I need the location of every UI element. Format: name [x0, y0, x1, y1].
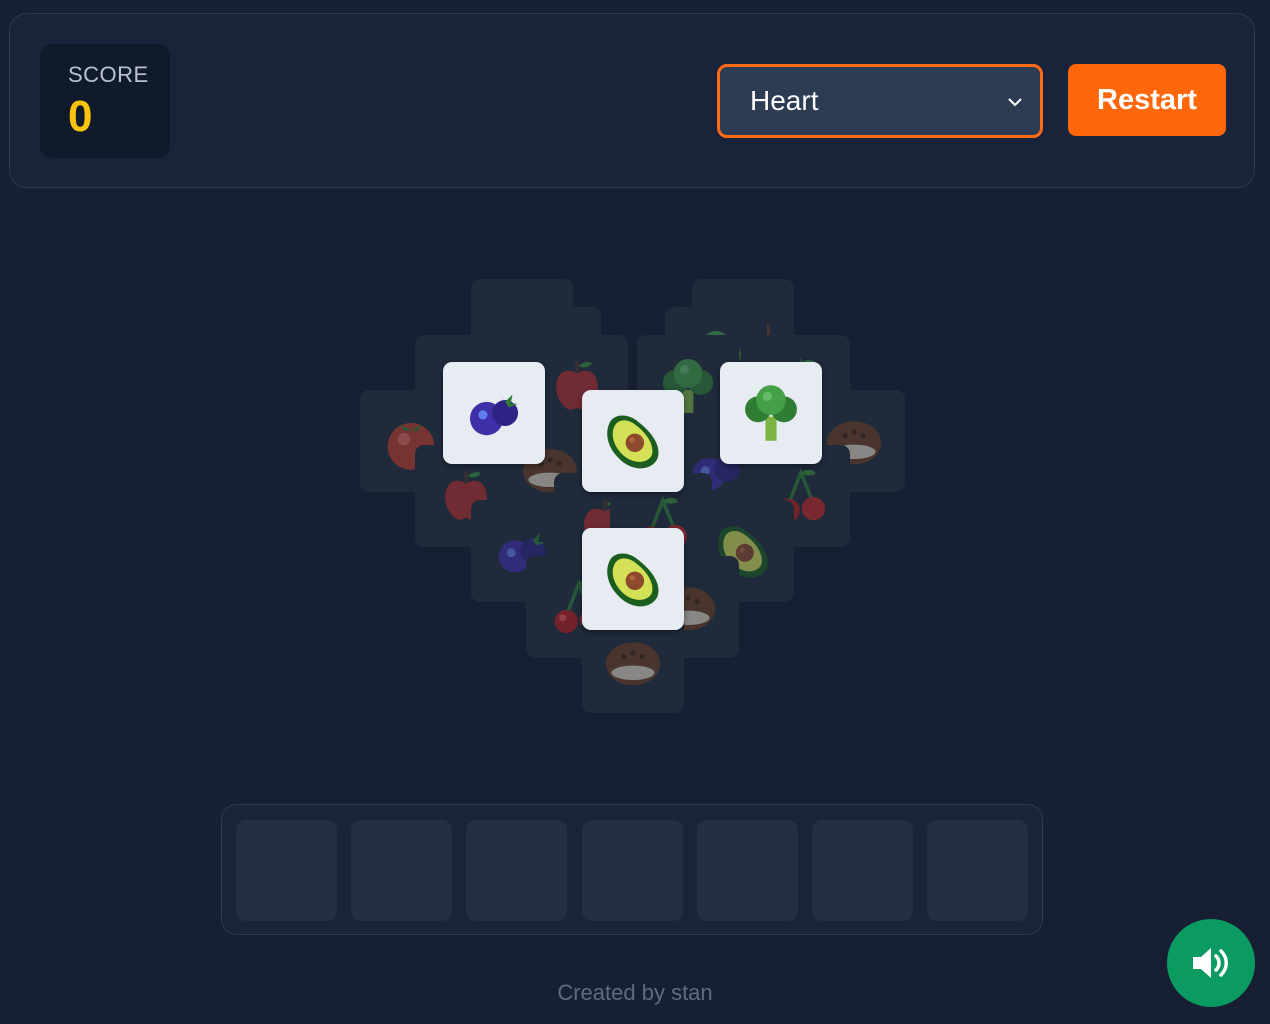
restart-button[interactable]: Restart	[1068, 64, 1226, 136]
tray-slot	[466, 820, 567, 921]
top-bar: SCORE 0 Heart Restart	[9, 13, 1255, 188]
tile-avocado[interactable]	[582, 528, 684, 630]
credit-text: Created by stan	[557, 980, 713, 1005]
chevron-down-icon	[1008, 98, 1022, 107]
tile-blueberry[interactable]	[443, 362, 545, 464]
tray-slot	[236, 820, 337, 921]
avocado-icon	[596, 542, 670, 616]
blueberry-icon	[457, 376, 531, 450]
coconut-icon	[597, 626, 669, 698]
score-value: 0	[68, 92, 93, 141]
broccoli-icon	[734, 376, 808, 450]
avocado-icon	[596, 404, 670, 478]
tray-slot	[351, 820, 452, 921]
sound-toggle-button[interactable]	[1167, 919, 1255, 1007]
score-label: SCORE	[68, 62, 149, 87]
layout-select-value: Heart	[750, 85, 819, 116]
layout-select[interactable]: Heart	[717, 64, 1043, 138]
speaker-volume-icon	[1193, 948, 1228, 978]
score-panel: SCORE 0	[40, 44, 170, 158]
tile-broccoli[interactable]	[720, 362, 822, 464]
tray-slot	[582, 820, 683, 921]
tile-avocado[interactable]	[582, 390, 684, 492]
tray-slot	[812, 820, 913, 921]
tile-tray	[221, 804, 1043, 935]
tray-slot	[927, 820, 1028, 921]
tray-slot	[697, 820, 798, 921]
